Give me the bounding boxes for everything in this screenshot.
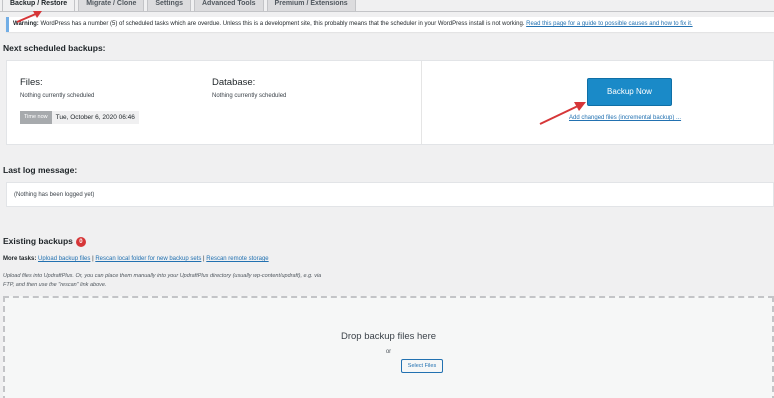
upload-instructions: Upload files into UpdraftPlus. Or, you c…	[3, 273, 322, 288]
drop-zone-title: Drop backup files here	[340, 331, 437, 342]
tab-advanced-tools[interactable]: Advanced Tools	[194, 0, 264, 11]
log-card: (Nothing has been logged yet)	[6, 182, 774, 207]
more-tasks: More tasks: Upload backup files | Rescan…	[3, 256, 269, 262]
notice-guide-link[interactable]: Read this page for a guide to possible c…	[526, 21, 692, 27]
existing-backups-heading: Existing backups 0	[3, 236, 86, 247]
upload-backup-files-link[interactable]: Upload backup files	[38, 256, 90, 262]
tab-premium-extensions[interactable]: Premium / Extensions	[266, 0, 356, 11]
backup-now-button[interactable]: Backup Now	[587, 78, 672, 106]
time-now-label: Time now	[20, 111, 52, 124]
tab-backup-restore[interactable]: Backup / Restore	[2, 0, 76, 11]
incremental-backup-link[interactable]: Add changed files (incremental backup) .…	[569, 115, 681, 121]
log-heading: Last log message:	[3, 165, 78, 175]
select-files-button[interactable]: Select Files	[401, 359, 443, 373]
files-title: Files:	[20, 77, 43, 88]
notice-text: WordPress has a number (5) of scheduled …	[38, 21, 527, 27]
scheduled-heading: Next scheduled backups:	[3, 43, 106, 53]
tab-migrate-clone[interactable]: Migrate / Clone	[78, 0, 145, 11]
existing-backups-title: Existing backups	[3, 236, 73, 246]
drop-zone-or: or	[385, 349, 392, 355]
tab-settings[interactable]: Settings	[147, 0, 191, 11]
time-now: Time now Tue, October 6, 2020 06:46	[20, 111, 139, 124]
notice-prefix: Warning:	[13, 21, 39, 27]
card-divider	[421, 61, 422, 144]
database-title: Database:	[212, 77, 256, 88]
more-tasks-label: More tasks:	[3, 256, 37, 262]
backup-drop-zone[interactable]: Drop backup files here or Select Files	[3, 296, 774, 398]
database-status: Nothing currently scheduled	[212, 93, 287, 99]
rescan-remote-link[interactable]: Rescan remote storage	[206, 256, 268, 262]
overdue-tasks-notice: Warning: WordPress has a number (5) of s…	[6, 17, 774, 32]
scheduled-backups-card: Files: Nothing currently scheduled Datab…	[6, 60, 774, 145]
tabs-divider	[0, 11, 774, 12]
time-now-value: Tue, October 6, 2020 06:46	[55, 114, 135, 121]
backup-count-badge: 0	[75, 237, 86, 247]
files-status: Nothing currently scheduled	[20, 93, 95, 99]
rescan-local-link[interactable]: Rescan local folder for new backup sets	[95, 256, 201, 262]
nav-tabs: Backup / Restore Migrate / Clone Setting…	[2, 0, 356, 11]
log-message: (Nothing has been logged yet)	[14, 192, 95, 198]
